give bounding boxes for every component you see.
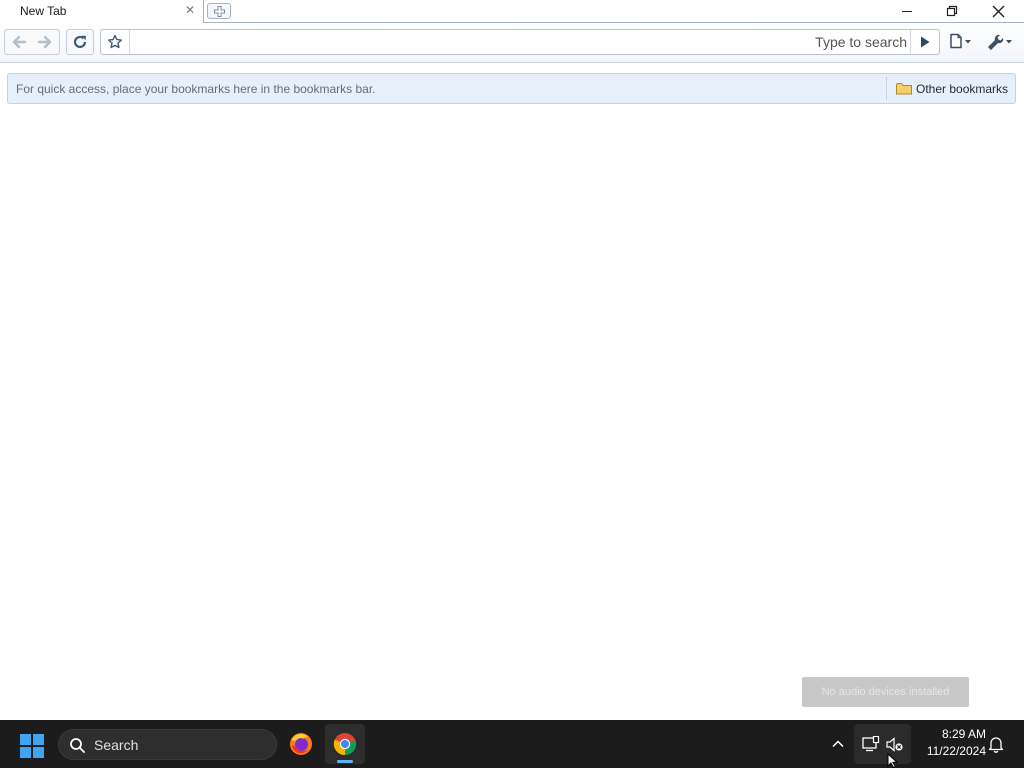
- taskbar-search[interactable]: Search: [58, 729, 277, 760]
- search-label: Search: [94, 737, 139, 753]
- tab-new-tab[interactable]: New Tab ✕: [0, 0, 204, 23]
- clock-time: 8:29 AM: [941, 727, 986, 741]
- minimize-button[interactable]: [885, 0, 930, 23]
- back-button[interactable]: [5, 30, 32, 54]
- notifications-button[interactable]: [986, 734, 1006, 754]
- minimize-icon: [902, 11, 912, 12]
- tab-title: New Tab: [20, 4, 67, 18]
- start-button[interactable]: [20, 734, 44, 758]
- bookmarks-divider: [886, 77, 887, 100]
- new-tab-button[interactable]: [207, 3, 231, 19]
- wrench-menu-icon: [988, 34, 1012, 50]
- folder-icon: [896, 83, 912, 95]
- taskbar-chrome[interactable]: [325, 724, 365, 764]
- taskbar-firefox[interactable]: [281, 724, 321, 764]
- address-bar[interactable]: Type to search: [100, 29, 940, 55]
- bell-icon: [988, 737, 1004, 753]
- taskbar-clock[interactable]: 8:29 AM 11/22/2024: [914, 726, 986, 760]
- navigation-group: [4, 29, 60, 55]
- back-arrow-icon: [12, 35, 26, 49]
- omnibox-input[interactable]: [133, 32, 807, 54]
- bookmarks-bar: For quick access, place your bookmarks h…: [7, 73, 1016, 104]
- tab-close-icon[interactable]: ✕: [183, 3, 197, 17]
- network-icon: [862, 736, 880, 752]
- volume-muted-icon: [886, 737, 903, 752]
- wrench-menu-button[interactable]: [984, 31, 1018, 53]
- active-app-indicator: [337, 760, 353, 763]
- forward-arrow-icon: [38, 35, 52, 49]
- bookmark-star-button[interactable]: [101, 30, 130, 54]
- chevron-up-icon: [832, 740, 844, 748]
- browser-toolbar: Type to search: [0, 23, 1024, 63]
- taskbar: Search 8:29 AM 11/22/2024: [0, 720, 1024, 768]
- other-bookmarks-button[interactable]: Other bookmarks: [894, 78, 1014, 99]
- bookmarks-bar-hint: For quick access, place your bookmarks h…: [16, 82, 376, 96]
- omnibox-hint: Type to search: [815, 34, 907, 50]
- chrome-icon: [333, 733, 357, 756]
- audio-toast: No audio devices installed: [802, 677, 969, 707]
- close-icon: [992, 5, 1005, 18]
- forward-button[interactable]: [32, 30, 59, 54]
- close-window-button[interactable]: [976, 0, 1021, 23]
- mouse-cursor-icon: [887, 753, 899, 768]
- search-icon: [70, 738, 85, 753]
- reload-button[interactable]: [66, 29, 94, 55]
- show-hidden-icons-button[interactable]: [828, 734, 848, 754]
- page-menu-icon: [950, 33, 971, 49]
- firefox-icon: [290, 733, 312, 755]
- title-bar: New Tab ✕: [0, 0, 1024, 23]
- go-arrow-icon: [921, 36, 930, 48]
- star-icon: [108, 34, 122, 49]
- system-tray-group[interactable]: [854, 724, 911, 764]
- new-tab-icon: [214, 6, 225, 17]
- restore-button[interactable]: [930, 0, 975, 23]
- other-bookmarks-label: Other bookmarks: [916, 82, 1009, 96]
- go-button[interactable]: [910, 30, 939, 54]
- reload-icon: [73, 35, 87, 49]
- windows-logo-icon: [20, 734, 44, 758]
- page-menu-button[interactable]: [946, 31, 978, 53]
- restore-icon: [946, 5, 958, 17]
- clock-date: 11/22/2024: [926, 744, 986, 758]
